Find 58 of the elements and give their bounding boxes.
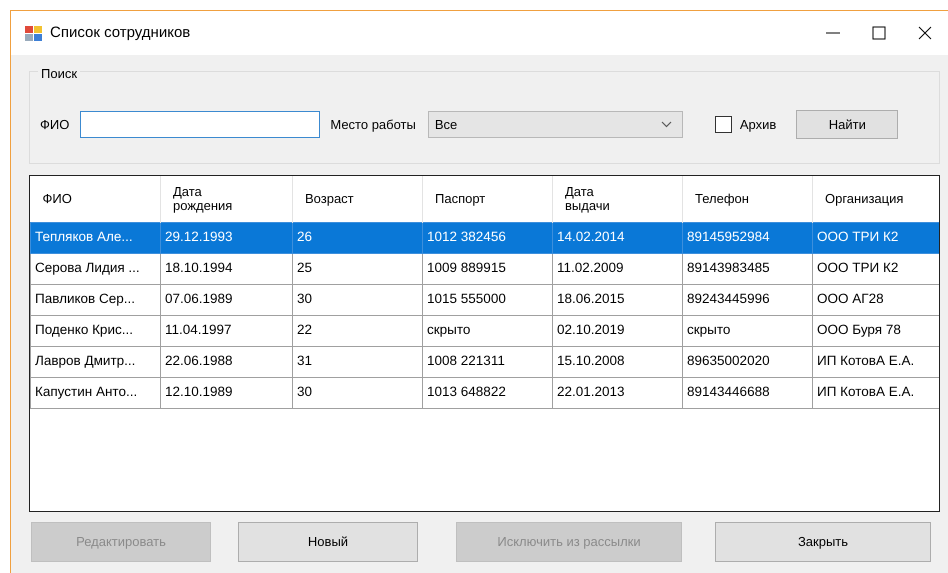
- table-cell[interactable]: 07.06.1989: [160, 284, 292, 315]
- table-cell[interactable]: 1008 221311: [422, 346, 552, 377]
- name-input-field[interactable]: [80, 111, 320, 138]
- table-cell[interactable]: скрыто: [682, 315, 812, 346]
- table-cell[interactable]: 14.02.2014: [552, 222, 682, 253]
- table-cell[interactable]: 1012 382456: [422, 222, 552, 253]
- close-icon[interactable]: [917, 25, 933, 41]
- table-cell[interactable]: 31: [292, 346, 422, 377]
- table-cell[interactable]: 22.01.2013: [552, 377, 682, 408]
- table-cell[interactable]: 11.04.1997: [160, 315, 292, 346]
- table-cell[interactable]: 22.06.1988: [160, 346, 292, 377]
- table-cell[interactable]: 1009 889915: [422, 253, 552, 284]
- chevron-down-icon[interactable]: [660, 121, 672, 128]
- table-cell[interactable]: 30: [292, 284, 422, 315]
- table-cell[interactable]: 15.10.2008: [552, 346, 682, 377]
- table-cell[interactable]: ООО ТРИ К2: [812, 222, 939, 253]
- column-header[interactable]: Дата рождения: [173, 184, 237, 213]
- table-cell[interactable]: Серова Лидия ...: [30, 253, 160, 284]
- table-cell[interactable]: 29.12.1993: [160, 222, 292, 253]
- table-cell[interactable]: 30: [292, 377, 422, 408]
- table-cell[interactable]: 26: [292, 222, 422, 253]
- action-button[interactable]: Новый: [238, 522, 418, 562]
- table-cell[interactable]: 89143446688: [682, 377, 812, 408]
- table-cell[interactable]: 18.06.2015: [552, 284, 682, 315]
- table-cell[interactable]: 89143983485: [682, 253, 812, 284]
- workplace-dropdown[interactable]: Все: [428, 111, 683, 138]
- table-cell[interactable]: 11.02.2009: [552, 253, 682, 284]
- window-title: Список сотрудников: [50, 22, 190, 43]
- column-header[interactable]: Организация: [825, 192, 904, 206]
- table-cell[interactable]: 02.10.2019: [552, 315, 682, 346]
- maximize-icon[interactable]: [871, 25, 887, 41]
- table-cell[interactable]: Поденко Крис...: [30, 315, 160, 346]
- field-label: Место работы: [330, 116, 416, 134]
- table-cell[interactable]: Павликов Сер...: [30, 284, 160, 315]
- archive-checkbox[interactable]: [714, 116, 732, 133]
- table-cell[interactable]: 25: [292, 253, 422, 284]
- find-button[interactable]: Найти: [796, 110, 898, 139]
- column-header[interactable]: Паспорт: [435, 192, 486, 206]
- table-cell[interactable]: 89635002020: [682, 346, 812, 377]
- table-cell[interactable]: 1015 555000: [422, 284, 552, 315]
- action-button[interactable]: Закрыть: [715, 522, 931, 562]
- table-cell[interactable]: 18.10.1994: [160, 253, 292, 284]
- column-header[interactable]: ФИО: [42, 192, 72, 206]
- table-cell[interactable]: Капустин Анто...: [30, 377, 160, 408]
- checkbox-label: Архив: [740, 116, 776, 134]
- table-cell[interactable]: Лавров Дмитр...: [30, 346, 160, 377]
- app-icon: [25, 26, 42, 40]
- table-cell[interactable]: 12.10.1989: [160, 377, 292, 408]
- column-header[interactable]: Телефон: [695, 192, 749, 206]
- table-cell[interactable]: скрыто: [422, 315, 552, 346]
- column-header[interactable]: Дата выдачи: [565, 184, 629, 213]
- table-cell[interactable]: 89145952984: [682, 222, 812, 253]
- table-cell[interactable]: 89243445996: [682, 284, 812, 315]
- field-label: ФИО: [40, 116, 70, 134]
- column-header[interactable]: Возраст: [305, 192, 354, 206]
- table-cell[interactable]: 1013 648822: [422, 377, 552, 408]
- table-cell[interactable]: Тепляков Але...: [30, 222, 160, 253]
- table-cell[interactable]: 22: [292, 315, 422, 346]
